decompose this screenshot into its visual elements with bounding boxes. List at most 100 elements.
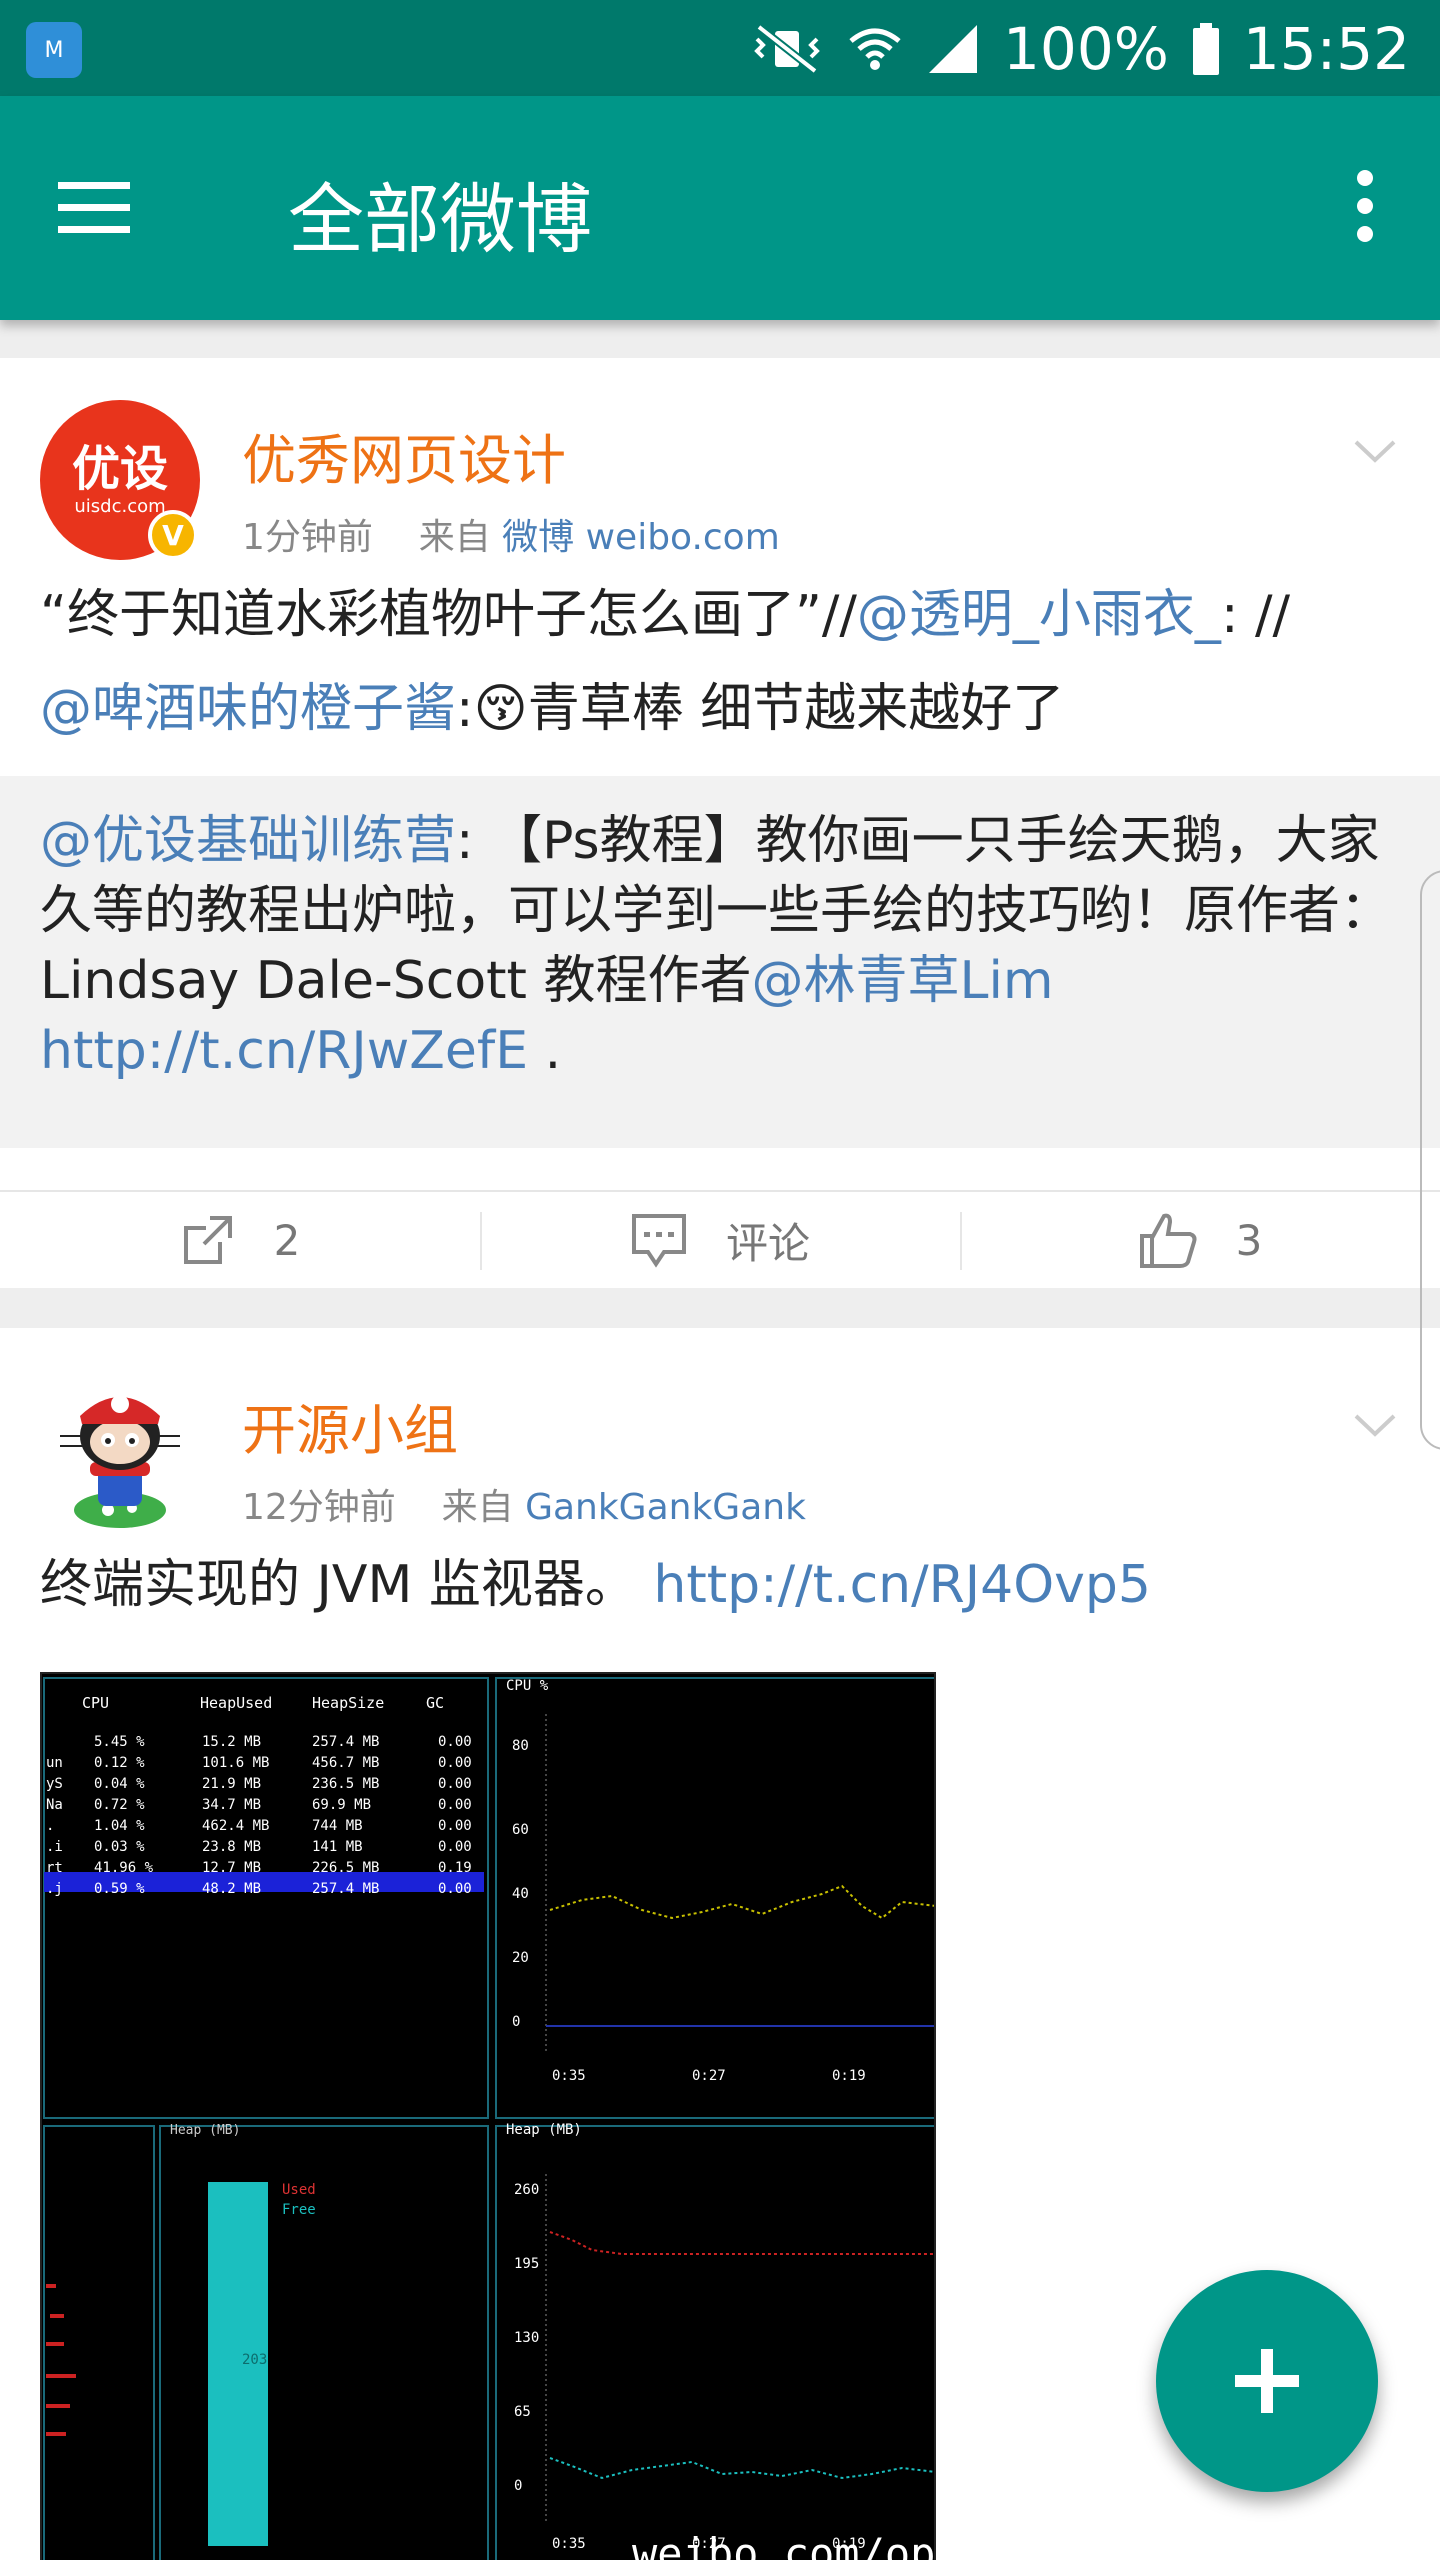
post-source[interactable]: 微博 weibo.com [502, 517, 780, 558]
table-cell: yS [46, 1776, 63, 1792]
jvm-monitor-screenshot: CPU HeapUsed HeapSize GC 5.45 % 15.2 MB 25… [42, 1674, 934, 2560]
table-cell: 1.04 % [94, 1818, 145, 1834]
url-link[interactable]: http://t.cn/RJwZefE [40, 1021, 528, 1081]
table-cell: 141 MB [312, 1839, 363, 1855]
battery-percent: 100% [1003, 15, 1169, 83]
table-header: HeapUsed [200, 1694, 272, 1712]
username[interactable]: 优秀网页设计 [242, 416, 566, 495]
legend-used: Used [282, 2182, 316, 2198]
like-count: 3 [1235, 1215, 1263, 1265]
table-cell: 12.7 MB [202, 1860, 261, 1876]
heap-ytick: 260 [514, 2182, 539, 2198]
table-cell: 0.00 [438, 1797, 472, 1813]
verified-badge: V [148, 510, 198, 560]
legend-free: Free [282, 2202, 316, 2218]
table-cell: 48.2 MB [202, 1881, 261, 1897]
status-icons: 100% 15:52 [749, 14, 1410, 84]
table-cell: 0.12 % [94, 1755, 145, 1771]
heap-bar-title: Heap (MB) [170, 2123, 240, 2138]
post-text: 终端实现的 JVM 监视器。 http://t.cn/RJ4Ovp5 [40, 1550, 1410, 1620]
clock: 15:52 [1242, 15, 1410, 83]
table-cell: 257.4 MB [312, 1881, 379, 1897]
cpu-chart-title: CPU % [506, 1678, 549, 1694]
table-cell: 5.45 % [94, 1734, 145, 1750]
wifi-icon [849, 28, 901, 70]
cpu-xtick: 0:27 [692, 2068, 726, 2084]
vibrate-mute-icon [754, 23, 820, 75]
action-bar: 2 评论 3 [0, 1190, 1440, 1288]
weibo-feed[interactable]: 优设 uisdc.com V 优秀网页设计 1分钟前 来自 微博 weibo.c… [0, 320, 1440, 2560]
notification-app-icon: M [26, 22, 82, 78]
source-prefix: 来自 [418, 517, 491, 558]
avatar-logo-subtext: uisdc.com [74, 496, 166, 517]
post-text-segment: : [456, 679, 474, 739]
username[interactable]: 开源小组 [242, 1386, 458, 1465]
mention-link[interactable]: @林青草Lim [751, 951, 1053, 1011]
cpu-ytick: 60 [512, 1822, 529, 1838]
table-cell: 0.04 % [94, 1776, 145, 1792]
heap-ytick: 65 [514, 2404, 531, 2420]
repost-text-segment: . [528, 1021, 562, 1081]
repost-count: 2 [273, 1215, 301, 1265]
chevron-down-icon[interactable] [1350, 1404, 1400, 1444]
app-bar: 全部微博 [0, 96, 1440, 320]
menu-icon[interactable] [54, 174, 134, 240]
table-cell: rt [46, 1860, 63, 1876]
signal-icon [929, 25, 978, 73]
cpu-xtick: 0:19 [832, 2068, 866, 2084]
table-cell: 0.00 [438, 1818, 472, 1834]
comment-label: 评论 [725, 1218, 810, 1268]
avatar-logo-text: 优设 [71, 441, 168, 497]
comment-button[interactable]: 评论 [480, 1192, 960, 1288]
weibo-card[interactable]: 优设 uisdc.com V 优秀网页设计 1分钟前 来自 微博 weibo.c… [0, 358, 1440, 1288]
cpu-xtick: 0:35 [552, 2068, 586, 2084]
post-text: “终于知道水彩植物叶子怎么画了”//@透明_小雨衣_: // @啤酒味的橙子酱:… [40, 568, 1410, 756]
url-link[interactable]: http://t.cn/RJ4Ovp5 [653, 1555, 1151, 1615]
table-cell: 101.6 MB [202, 1755, 269, 1771]
table-cell: . [46, 1818, 54, 1834]
table-cell: 0.00 [438, 1755, 472, 1771]
cpu-ytick: 80 [512, 1738, 529, 1754]
table-cell: .j [46, 1881, 63, 1897]
repost-text: @优设基础训练营: 【Ps教程】教你画一只手绘天鹅，大家久等的教程出炉啦，可以学… [40, 806, 1410, 1086]
post-text-segment: 青草棒 细节越来越好了 [527, 679, 1065, 739]
thumbs-up-icon [1139, 1213, 1197, 1268]
post-source[interactable]: GankGankGank [525, 1487, 806, 1528]
table-cell: 15.2 MB [202, 1734, 261, 1750]
table-cell: Na [46, 1797, 63, 1813]
heap-ytick: 0 [514, 2478, 522, 2494]
table-cell: 21.9 MB [202, 1776, 261, 1792]
table-cell: .i [46, 1839, 63, 1855]
repost-box[interactable]: @优设基础训练营: 【Ps教程】教你画一只手绘天鹅，大家久等的教程出炉啦，可以学… [0, 776, 1440, 1148]
avatar[interactable] [40, 1370, 200, 1530]
table-header: CPU [82, 1694, 109, 1712]
compose-fab[interactable] [1156, 2270, 1378, 2492]
mention-link[interactable]: @啤酒味的橙子酱 [40, 679, 456, 739]
table-cell: 0.59 % [94, 1881, 145, 1897]
post-time: 1分钟前 [242, 517, 373, 558]
app-icon-letter: M [44, 37, 64, 63]
table-cell: 23.8 MB [202, 1839, 261, 1855]
table-cell: 456.7 MB [312, 1755, 379, 1771]
table-cell: 257.4 MB [312, 1734, 379, 1750]
cpu-ytick: 40 [512, 1886, 529, 1902]
table-cell: 0.72 % [94, 1797, 145, 1813]
chevron-down-icon[interactable] [1350, 430, 1400, 470]
post-text-segment: : // [1220, 585, 1291, 645]
edge-panel-handle[interactable] [1420, 870, 1440, 1450]
table-cell: 0.00 [438, 1881, 472, 1897]
table-cell: 41.96 % [94, 1860, 154, 1876]
cpu-ytick: 0 [512, 2014, 520, 2030]
like-button[interactable]: 3 [960, 1192, 1440, 1288]
repost-button[interactable]: 2 [0, 1192, 480, 1288]
mention-link[interactable]: @优设基础训练营 [40, 811, 456, 871]
more-options-icon[interactable] [1330, 166, 1400, 246]
post-meta: 1分钟前 来自 微博 weibo.com [242, 508, 780, 560]
post-image[interactable]: CPU HeapUsed HeapSize GC 5.45 % 15.2 MB 25… [40, 1672, 936, 2560]
mention-link[interactable]: @透明_小雨衣_ [857, 585, 1221, 645]
post-text-segment: “终于知道水彩植物叶子怎么画了”// [40, 585, 857, 645]
table-cell: un [46, 1755, 63, 1771]
table-header: HeapSize [312, 1694, 384, 1712]
comment-icon [631, 1214, 686, 1268]
table-cell: 744 MB [312, 1818, 363, 1834]
